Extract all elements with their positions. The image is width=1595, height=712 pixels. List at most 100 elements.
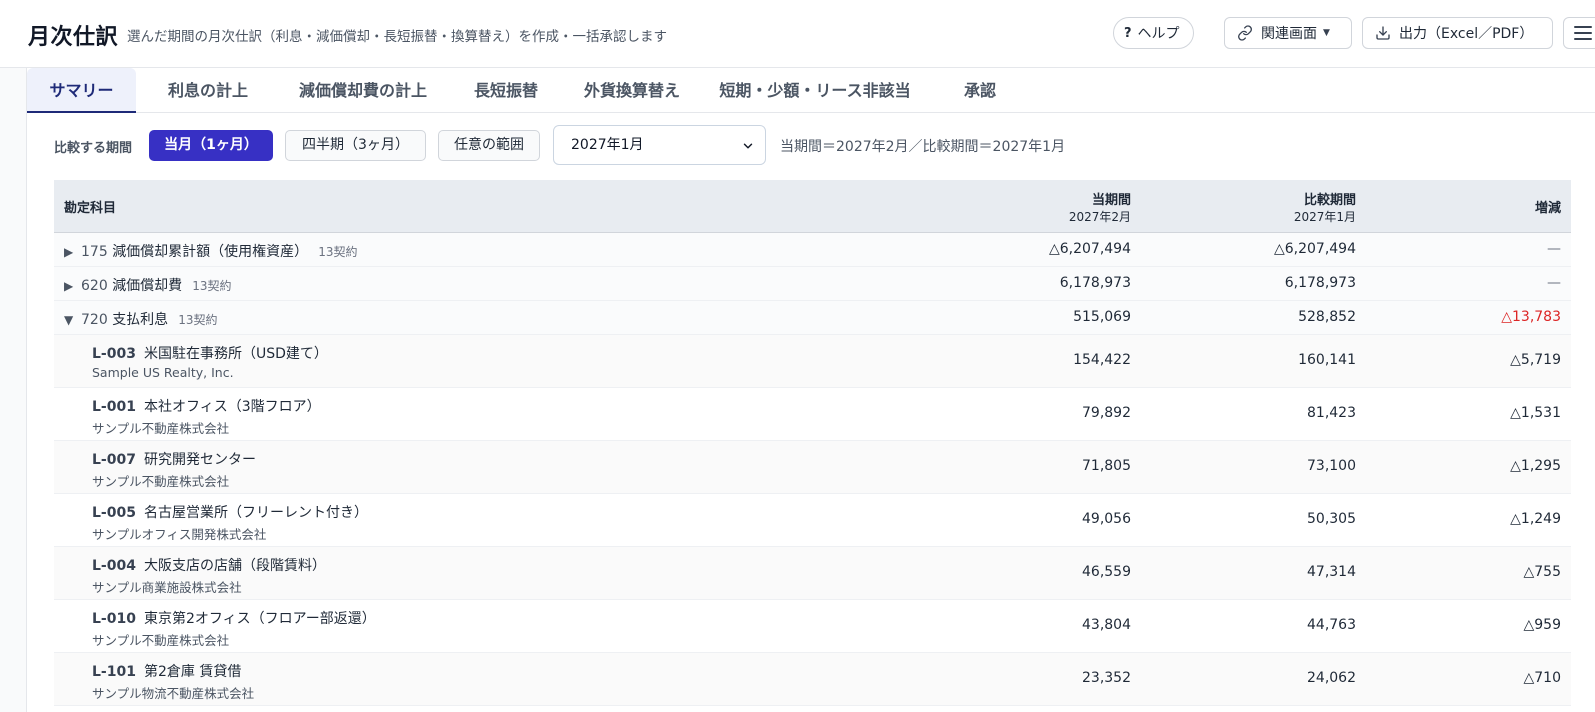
- lessor-name: サンプル商業施設株式会社: [92, 580, 242, 595]
- tab-bar: サマリー 利息の計上 減価償却費の計上 長短振替 外貨換算替え 短期・少額・リー…: [27, 68, 1595, 113]
- table-body: ▶ 175 減価償却累計額（使用権資産） 13契約 △6,207,494 △6,20…: [54, 233, 1571, 706]
- question-icon: ?: [1124, 25, 1132, 41]
- current-value: △6,207,494: [1048, 241, 1131, 257]
- export-label: 出力（Excel／PDF）: [1399, 26, 1534, 42]
- header-compare: 比較期間: [1303, 193, 1356, 208]
- compare-value: 528,852: [1298, 309, 1356, 325]
- header-compare-period: 2027年1月: [1293, 210, 1356, 224]
- group-label: ▼ 720 支払利息 13契約: [64, 312, 218, 328]
- current-value: 79,892: [1082, 405, 1131, 421]
- download-icon: [1376, 26, 1390, 40]
- current-value: 23,352: [1082, 670, 1131, 686]
- table-row[interactable]: L-101 第2倉庫 賃貸借 サンプル物流不動産株式会社 23,352 24,06…: [54, 653, 1571, 706]
- period-filter-label: 比較する期間: [54, 141, 133, 156]
- current-value: 154,422: [1073, 352, 1131, 368]
- detail-rows: L-003 米国駐在事務所（USD建て） Sample US Realty, In…: [54, 335, 1571, 706]
- lease-title: L-007 研究開発センター: [92, 452, 256, 468]
- tab-depreciation[interactable]: 減価償却費の計上: [283, 68, 443, 113]
- lessor-name: サンプル不動産株式会社: [92, 633, 230, 648]
- lessor-name: サンプル不動産株式会社: [92, 421, 230, 436]
- lessor-name: サンプルオフィス開発株式会社: [92, 527, 267, 542]
- diff-value: △1,295: [1510, 458, 1561, 474]
- related-screens-button[interactable]: 関連画面 ▼: [1224, 17, 1352, 49]
- diff-value: △13,783: [1501, 309, 1561, 325]
- header-diff: 増減: [1534, 201, 1561, 216]
- group-row[interactable]: ▶ 175 減価償却累計額（使用権資産） 13契約 △6,207,494 △6,20…: [54, 233, 1571, 267]
- tab-approval[interactable]: 承認: [957, 68, 1003, 113]
- table-row[interactable]: L-004 大阪支店の店舗（段階賃料） サンプル商業施設株式会社 46,559 4…: [54, 547, 1571, 600]
- chevron-down-icon: [743, 143, 753, 149]
- tab-reclass[interactable]: 長短振替: [459, 68, 553, 113]
- page-header: 月次仕訳 選んだ期間の月次仕訳（利息・減価償却・長短振替・換算替え）を作成・一括…: [0, 0, 1595, 68]
- period-month-button[interactable]: 当月（1ヶ月）: [149, 130, 273, 161]
- diff-value: △710: [1523, 670, 1562, 686]
- compare-value: 50,305: [1307, 511, 1356, 527]
- diff-value: △755: [1523, 564, 1562, 580]
- left-rail: [0, 68, 27, 712]
- link-icon: [1238, 25, 1252, 41]
- diff-value: △959: [1523, 617, 1562, 633]
- tab-summary[interactable]: サマリー: [27, 68, 136, 113]
- comparison-month-select[interactable]: 2027年1月: [553, 125, 766, 165]
- table-header: 勘定科目 当期間 2027年2月 比較期間 2027年1月 増減: [54, 180, 1571, 233]
- lease-title: L-101 第2倉庫 賃貸借: [92, 664, 242, 680]
- contract-count: 13契約: [192, 279, 232, 293]
- related-screens-label: 関連画面: [1261, 26, 1317, 42]
- journal-summary-table: 勘定科目 当期間 2027年2月 比較期間 2027年1月 増減 ▶ 175 減価…: [54, 180, 1571, 706]
- header-current-period: 2027年2月: [1068, 210, 1131, 224]
- contract-count: 13契約: [178, 313, 218, 327]
- menu-button[interactable]: [1563, 17, 1595, 49]
- table-row[interactable]: L-010 東京第2オフィス（フロアー部返還） サンプル不動産株式会社 43,80…: [54, 600, 1571, 653]
- compare-value: △6,207,494: [1273, 241, 1356, 257]
- current-value: 43,804: [1082, 617, 1131, 633]
- lease-title: L-004 大阪支店の店舗（段階賃料）: [92, 558, 326, 574]
- compare-value: 6,178,973: [1284, 275, 1356, 291]
- current-value: 6,178,973: [1059, 275, 1131, 291]
- diff-value: △1,531: [1510, 405, 1561, 421]
- collapse-icon[interactable]: ▼: [64, 313, 81, 327]
- current-value: 49,056: [1082, 511, 1131, 527]
- header-account: 勘定科目: [64, 201, 117, 216]
- lease-title: L-010 東京第2オフィス（フロアー部返還）: [92, 611, 376, 627]
- page-subtitle: 選んだ期間の月次仕訳（利息・減価償却・長短振替・換算替え）を作成・一括承認します: [127, 29, 667, 45]
- selected-month: 2027年1月: [571, 137, 644, 153]
- help-button[interactable]: ? ヘルプ: [1113, 17, 1194, 49]
- diff-value: △1,249: [1510, 511, 1561, 527]
- tab-interest[interactable]: 利息の計上: [149, 68, 267, 113]
- tab-fx-revaluation[interactable]: 外貨換算替え: [569, 68, 695, 113]
- period-custom-button[interactable]: 任意の範囲: [438, 130, 540, 161]
- compare-value: 81,423: [1307, 405, 1356, 421]
- group-label: ▶ 620 減価償却費 13契約: [64, 278, 232, 294]
- diff-value: △5,719: [1510, 352, 1561, 368]
- lease-title: L-001 本社オフィス（3階フロア）: [92, 399, 321, 415]
- current-value: 515,069: [1073, 309, 1131, 325]
- compare-value: 47,314: [1307, 564, 1356, 580]
- expand-icon[interactable]: ▶: [64, 245, 81, 259]
- table-row[interactable]: L-007 研究開発センター サンプル不動産株式会社 71,805 73,100 …: [54, 441, 1571, 494]
- group-row[interactable]: ▼ 720 支払利息 13契約 515,069 528,852 △13,783: [54, 301, 1571, 335]
- header-current: 当期間: [1091, 193, 1131, 208]
- period-info-text: 当期間＝2027年2月／比較期間＝2027年1月: [780, 139, 1066, 155]
- table-row[interactable]: L-005 名古屋営業所（フリーレント付き） サンプルオフィス開発株式会社 49,…: [54, 494, 1571, 547]
- lessor-name: サンプル不動産株式会社: [92, 474, 230, 489]
- table-row[interactable]: L-001 本社オフィス（3階フロア） サンプル不動産株式会社 79,892 81…: [54, 388, 1571, 441]
- expand-icon[interactable]: ▶: [64, 279, 81, 293]
- period-quarter-button[interactable]: 四半期（3ヶ月）: [285, 130, 426, 161]
- lessor-name: Sample US Realty, Inc.: [92, 365, 234, 380]
- group-row[interactable]: ▶ 620 減価償却費 13契約 6,178,973 6,178,973 —: [54, 267, 1571, 301]
- current-value: 46,559: [1082, 564, 1131, 580]
- lessor-name: サンプル物流不動産株式会社: [92, 686, 255, 701]
- compare-value: 24,062: [1307, 670, 1356, 686]
- diff-value: —: [1547, 275, 1561, 291]
- caret-down-icon: ▼: [1323, 28, 1330, 38]
- group-label: ▶ 175 減価償却累計額（使用権資産） 13契約: [64, 244, 358, 260]
- tab-exempt[interactable]: 短期・少額・リース非該当: [715, 68, 915, 113]
- export-button[interactable]: 出力（Excel／PDF）: [1362, 17, 1553, 49]
- page-title: 月次仕訳: [28, 25, 119, 50]
- table-row[interactable]: L-003 米国駐在事務所（USD建て） Sample US Realty, In…: [54, 335, 1571, 388]
- hamburger-icon: [1574, 26, 1592, 40]
- compare-value: 160,141: [1298, 352, 1356, 368]
- diff-value: —: [1547, 241, 1561, 257]
- compare-value: 44,763: [1307, 617, 1356, 633]
- help-label: ヘルプ: [1137, 26, 1180, 42]
